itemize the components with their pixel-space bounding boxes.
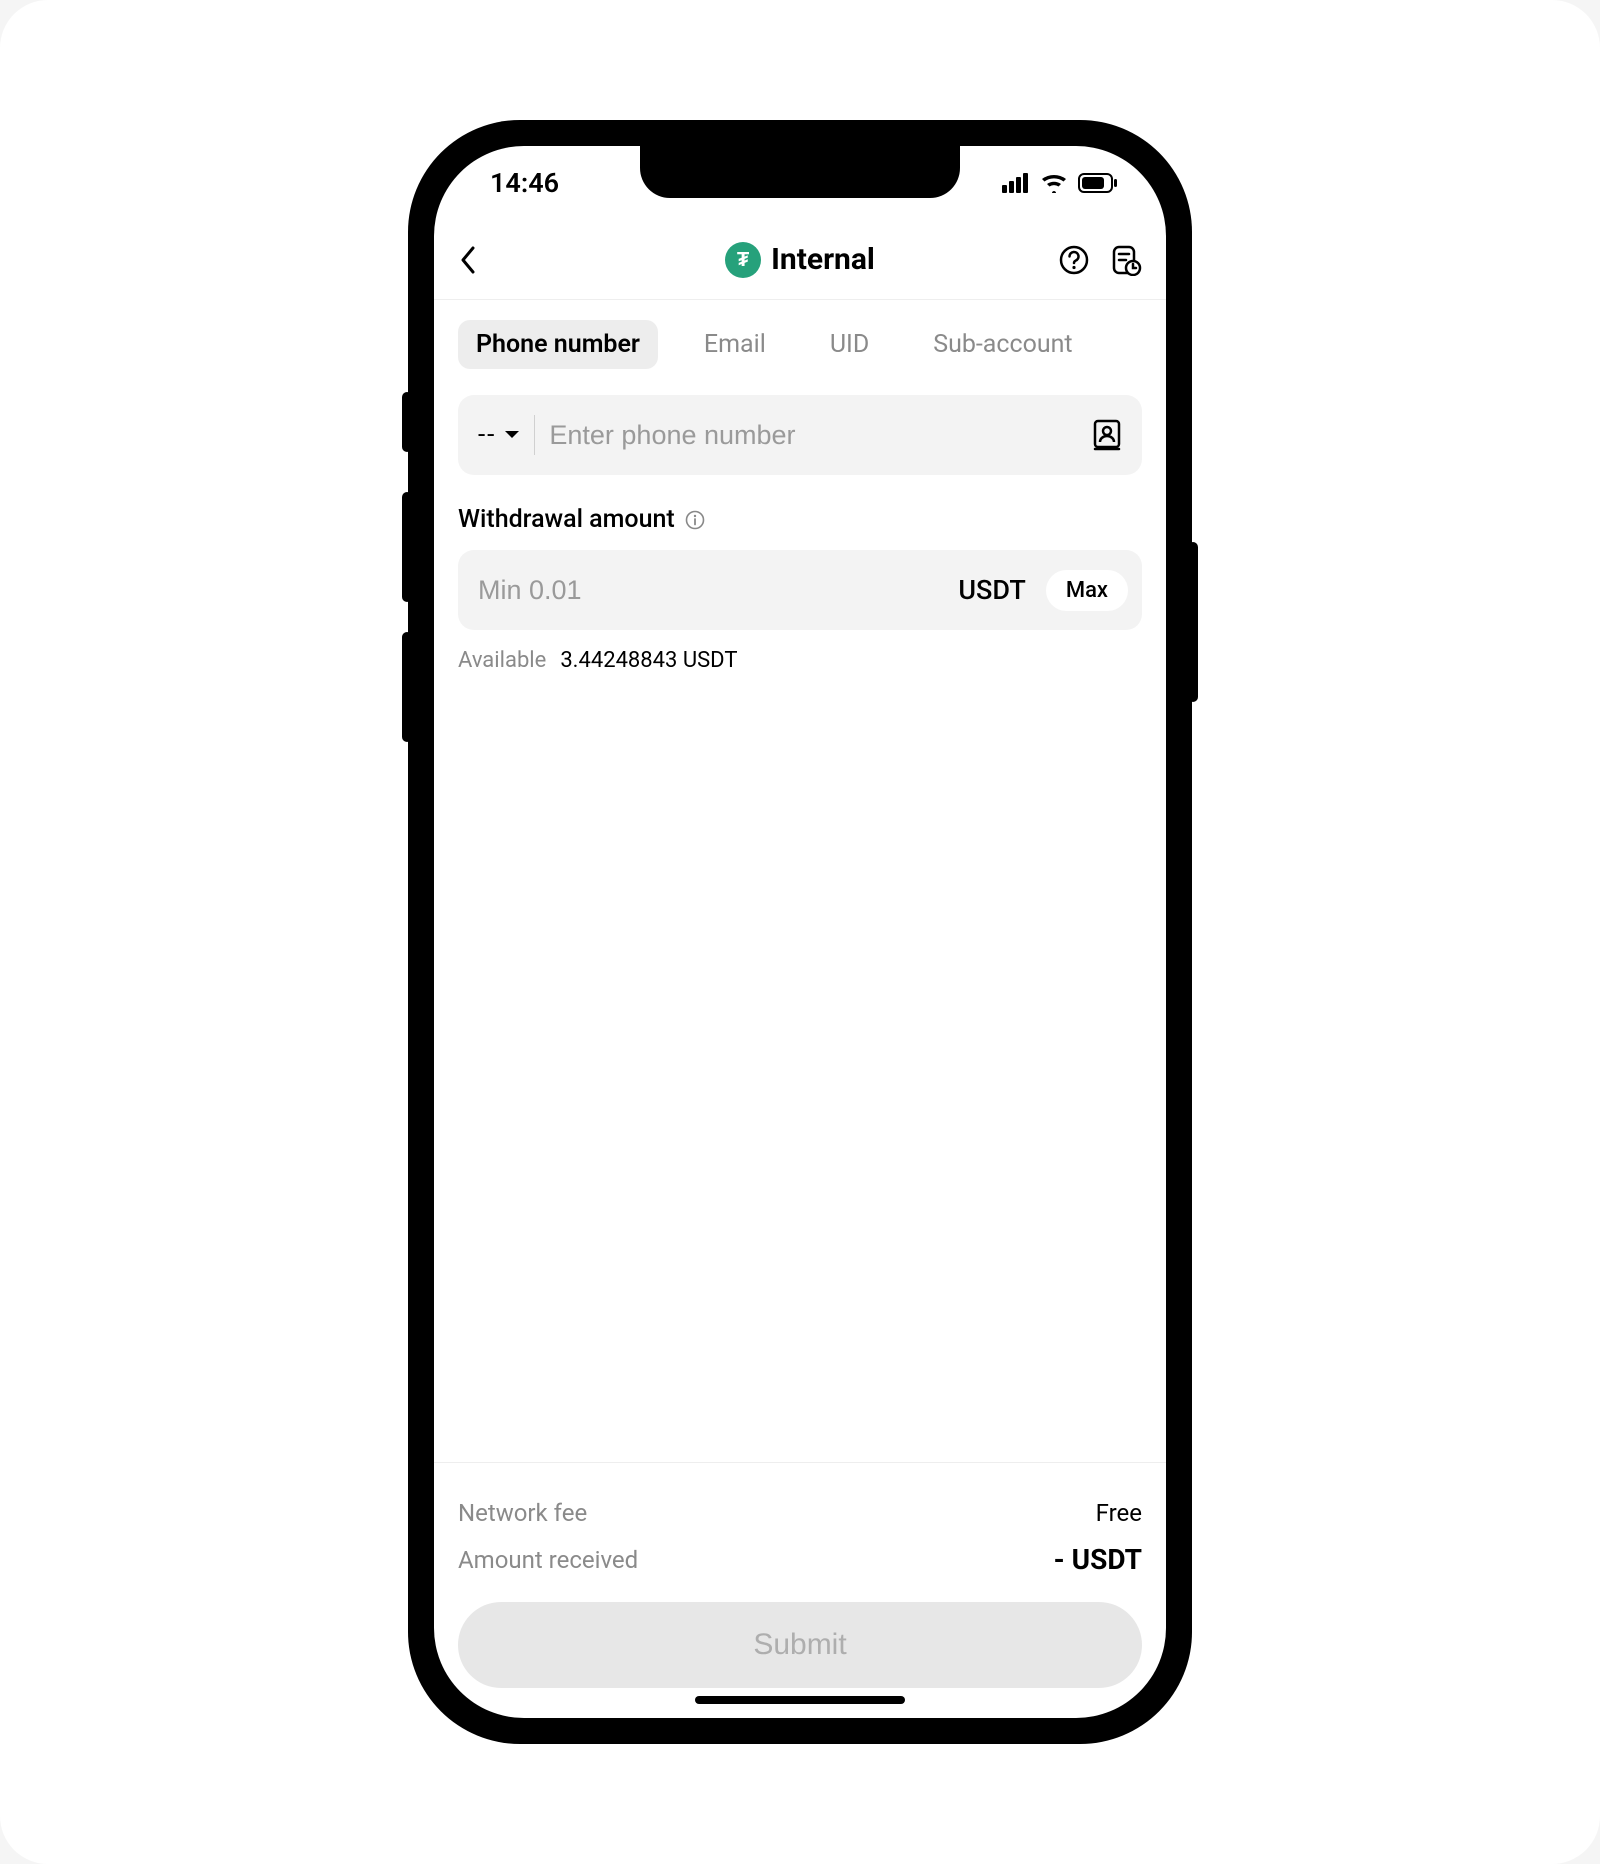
tab-phone-number[interactable]: Phone number xyxy=(458,320,658,369)
amount-label: Withdrawal amount xyxy=(458,505,675,534)
history-icon xyxy=(1110,244,1142,276)
battery-icon xyxy=(1078,173,1118,193)
divider xyxy=(534,415,535,455)
recipient-tabs: Phone number Email UID Sub-account xyxy=(434,300,1166,381)
tether-icon: ₮ xyxy=(725,242,761,278)
amount-input[interactable] xyxy=(478,575,944,606)
amount-label-row: Withdrawal amount xyxy=(434,475,1166,540)
side-button xyxy=(402,492,412,602)
max-button[interactable]: Max xyxy=(1046,570,1128,611)
chevron-left-icon xyxy=(458,245,478,275)
available-row: Available 3.44248843 USDT xyxy=(434,630,1166,673)
contacts-button[interactable] xyxy=(1092,419,1122,451)
wifi-icon xyxy=(1040,173,1068,193)
home-indicator[interactable] xyxy=(695,1696,905,1704)
network-fee-label: Network fee xyxy=(458,1499,587,1527)
side-button xyxy=(1188,542,1198,702)
contact-book-icon xyxy=(1092,419,1122,451)
country-code-select[interactable]: -- xyxy=(478,420,520,450)
history-button[interactable] xyxy=(1110,244,1142,276)
amount-unit: USDT xyxy=(958,574,1025,606)
notch xyxy=(640,146,960,198)
phone-frame: 14:46 ₮ xyxy=(410,122,1190,1742)
help-icon xyxy=(1058,244,1090,276)
country-code-value: -- xyxy=(478,420,496,450)
side-button xyxy=(402,632,412,742)
footer: Network fee Free Amount received - USDT … xyxy=(434,1462,1166,1718)
status-time: 14:46 xyxy=(490,167,559,199)
submit-button[interactable]: Submit xyxy=(458,1602,1142,1688)
screen: 14:46 ₮ xyxy=(434,146,1166,1718)
network-fee-value: Free xyxy=(1096,1499,1142,1527)
available-label: Available xyxy=(458,648,546,673)
available-value: 3.44248843 USDT xyxy=(560,648,737,673)
tab-email[interactable]: Email xyxy=(686,320,784,369)
nav-bar: ₮ Internal xyxy=(434,220,1166,300)
caret-down-icon xyxy=(504,430,520,440)
info-icon[interactable] xyxy=(685,510,705,530)
amount-received-label: Amount received xyxy=(458,1546,638,1574)
back-button[interactable] xyxy=(458,245,498,275)
amount-field: USDT Max xyxy=(458,550,1142,630)
page-title: Internal xyxy=(771,242,875,277)
side-button xyxy=(402,392,412,452)
amount-received-value: - USDT xyxy=(1054,1543,1142,1576)
phone-field: -- xyxy=(458,395,1142,475)
tab-uid[interactable]: UID xyxy=(812,320,887,369)
help-button[interactable] xyxy=(1058,244,1090,276)
tab-sub-account[interactable]: Sub-account xyxy=(915,320,1090,369)
cellular-icon xyxy=(1002,173,1030,193)
phone-input[interactable] xyxy=(549,420,1078,451)
